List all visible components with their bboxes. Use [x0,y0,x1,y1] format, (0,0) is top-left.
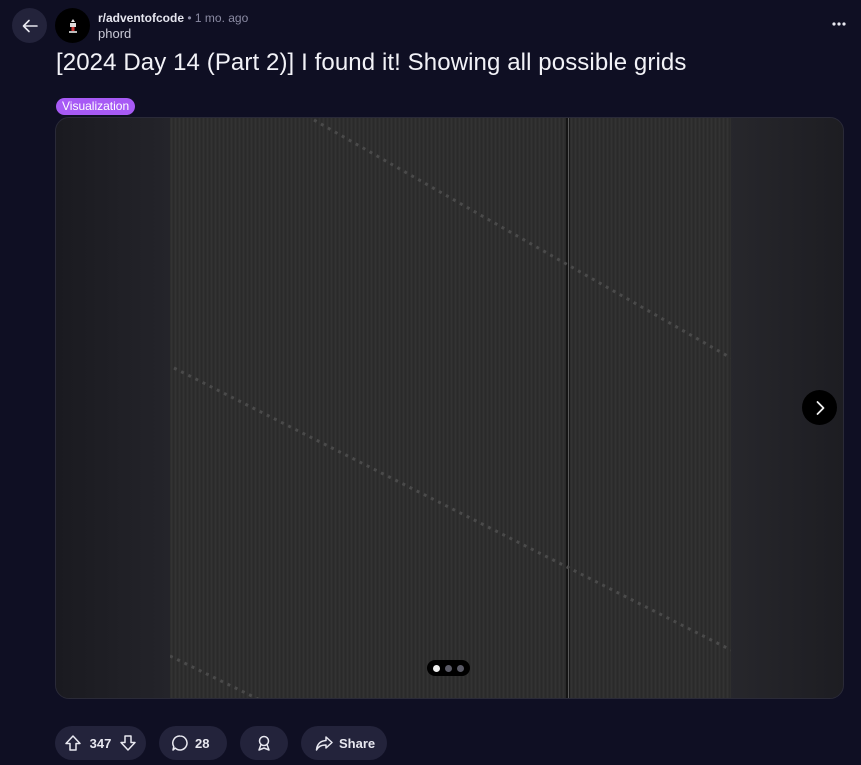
award-icon [255,734,273,752]
gallery-blur-left [56,118,170,698]
gallery-pagination [427,660,470,676]
comments-button[interactable]: 28 [159,726,227,760]
pagination-dot[interactable] [445,664,452,672]
chevron-right-icon [814,400,826,416]
comment-icon [171,734,189,752]
pagination-dot[interactable] [457,664,464,672]
subreddit-avatar[interactable] [55,8,90,43]
gallery-next-button[interactable] [802,390,837,425]
image-gallery[interactable] [55,117,844,699]
more-options-button[interactable] [831,14,847,34]
arrow-left-icon [21,17,39,35]
award-button[interactable] [240,726,288,760]
back-button[interactable] [12,8,47,43]
author-link[interactable]: phord [98,26,248,42]
pagination-dot[interactable] [433,664,440,672]
more-horizontal-icon [832,22,846,26]
meta-separator: • [187,11,192,25]
post-actions: 347 28 Share [55,726,387,760]
post-time: 1 mo. ago [194,11,249,25]
post-meta: r/adventofcode • 1 mo. ago phord [98,10,248,42]
share-label: Share [339,735,376,751]
share-button[interactable]: Share [301,726,387,760]
share-icon [315,734,333,752]
downvote-icon[interactable] [119,734,137,752]
subreddit-logo-icon [66,18,80,34]
vote-group: 347 [55,726,146,760]
subreddit-link[interactable]: r/adventofcode [98,11,184,25]
vote-score: 347 [89,735,112,751]
visualization-image [170,118,731,698]
post-title: [2024 Day 14 (Part 2)] I found it! Showi… [56,49,687,76]
post-flair[interactable]: Visualization [56,98,136,115]
comment-count: 28 [195,735,210,751]
upvote-icon[interactable] [64,734,82,752]
